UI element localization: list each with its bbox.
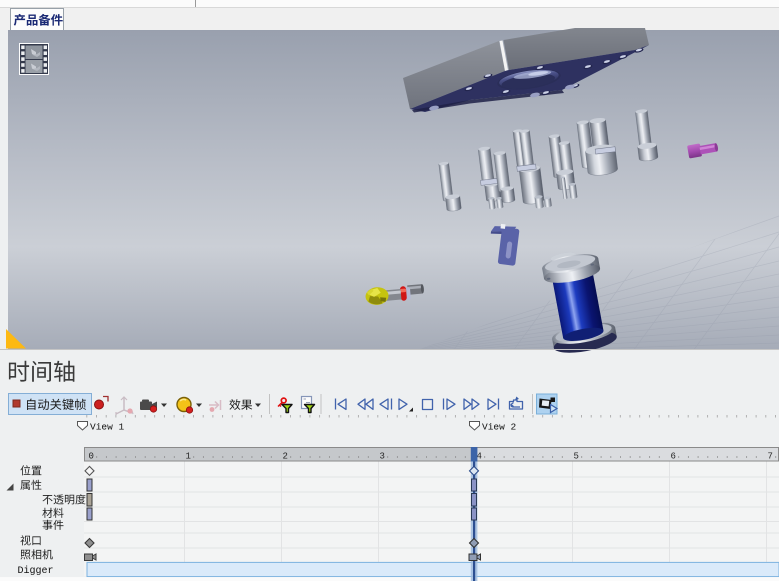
svg-text:3: 3 bbox=[380, 452, 385, 462]
svg-text:1: 1 bbox=[186, 452, 191, 462]
svg-text:6: 6 bbox=[671, 452, 676, 462]
svg-text:View 1: View 1 bbox=[90, 422, 125, 433]
svg-text:2: 2 bbox=[283, 452, 288, 462]
svg-text:View 2: View 2 bbox=[482, 422, 517, 433]
svg-text:7: 7 bbox=[768, 452, 773, 462]
svg-text:5: 5 bbox=[574, 452, 579, 462]
svg-text:Digger: Digger bbox=[18, 565, 54, 577]
svg-text:0: 0 bbox=[89, 452, 94, 462]
